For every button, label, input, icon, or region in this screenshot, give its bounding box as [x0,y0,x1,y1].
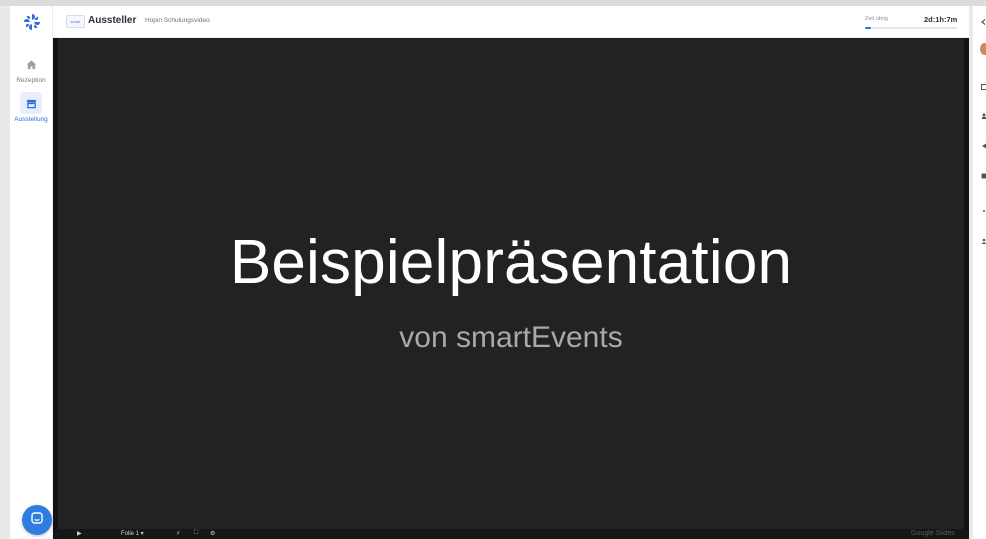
right-sidebar [972,6,986,539]
home-icon [20,53,42,75]
nav-item-rezeption[interactable]: Rezeption [10,53,52,84]
time-progress-bar [865,27,957,29]
booth-header: smart Events Aussteller Hopin Schulungsv… [53,6,969,38]
booth-icon [20,92,42,114]
video-player[interactable]: Beispielpräsentation von smartEvents ▶ F… [53,38,969,539]
user-avatar[interactable] [980,43,986,55]
time-progress-fill [865,27,871,29]
nav-label-ausstellung: Ausstellung [14,116,48,123]
booth-subtitle: Hopin Schulungsvideo [145,17,210,24]
fullscreen-icon[interactable]: ⛶ [194,530,198,537]
announcement-tab-icon[interactable] [980,142,986,149]
nav-item-ausstellung[interactable]: Ausstellung [10,92,52,123]
people-tab-icon[interactable] [980,112,986,119]
settings-gear-icon[interactable]: ⚙ [210,530,215,537]
slide-title: Beispielpräsentation [229,228,793,297]
presentation-slide: Beispielpräsentation von smartEvents [58,38,964,529]
time-remaining-label: Zeit übrig [865,16,888,22]
laser-pointer-icon[interactable]: ⚡ [176,530,180,537]
play-icon[interactable]: ▶ [77,530,82,537]
google-slides-watermark: Google Slides [911,530,955,537]
attendees-tab-icon[interactable] [980,237,986,244]
hopin-logo-icon[interactable] [23,13,41,31]
chat-tab-icon[interactable] [980,83,986,90]
dots-tab-icon[interactable] [980,207,986,214]
slide-subtitle: von smartEvents [399,321,623,354]
nav-label-rezeption: Rezeption [16,77,46,84]
time-remaining-value: 2d:1h:7m [924,15,958,24]
left-sidebar: Rezeption Ausstellung [10,6,53,539]
booth-logo: smart Events [66,15,85,28]
slides-control-bar: ▶ Folie 1 ▾ ⚡ ⛶ ⚙ Google Slides [53,529,969,539]
chat-icon [30,511,44,530]
polls-tab-icon[interactable] [980,172,986,179]
slide-select-label: Folie 1 [121,531,140,537]
collapse-arrow-icon[interactable] [980,18,986,25]
slide-select[interactable]: Folie 1 ▾ [121,530,144,537]
booth-title: Aussteller [88,15,137,26]
chat-support-button[interactable] [22,505,52,535]
